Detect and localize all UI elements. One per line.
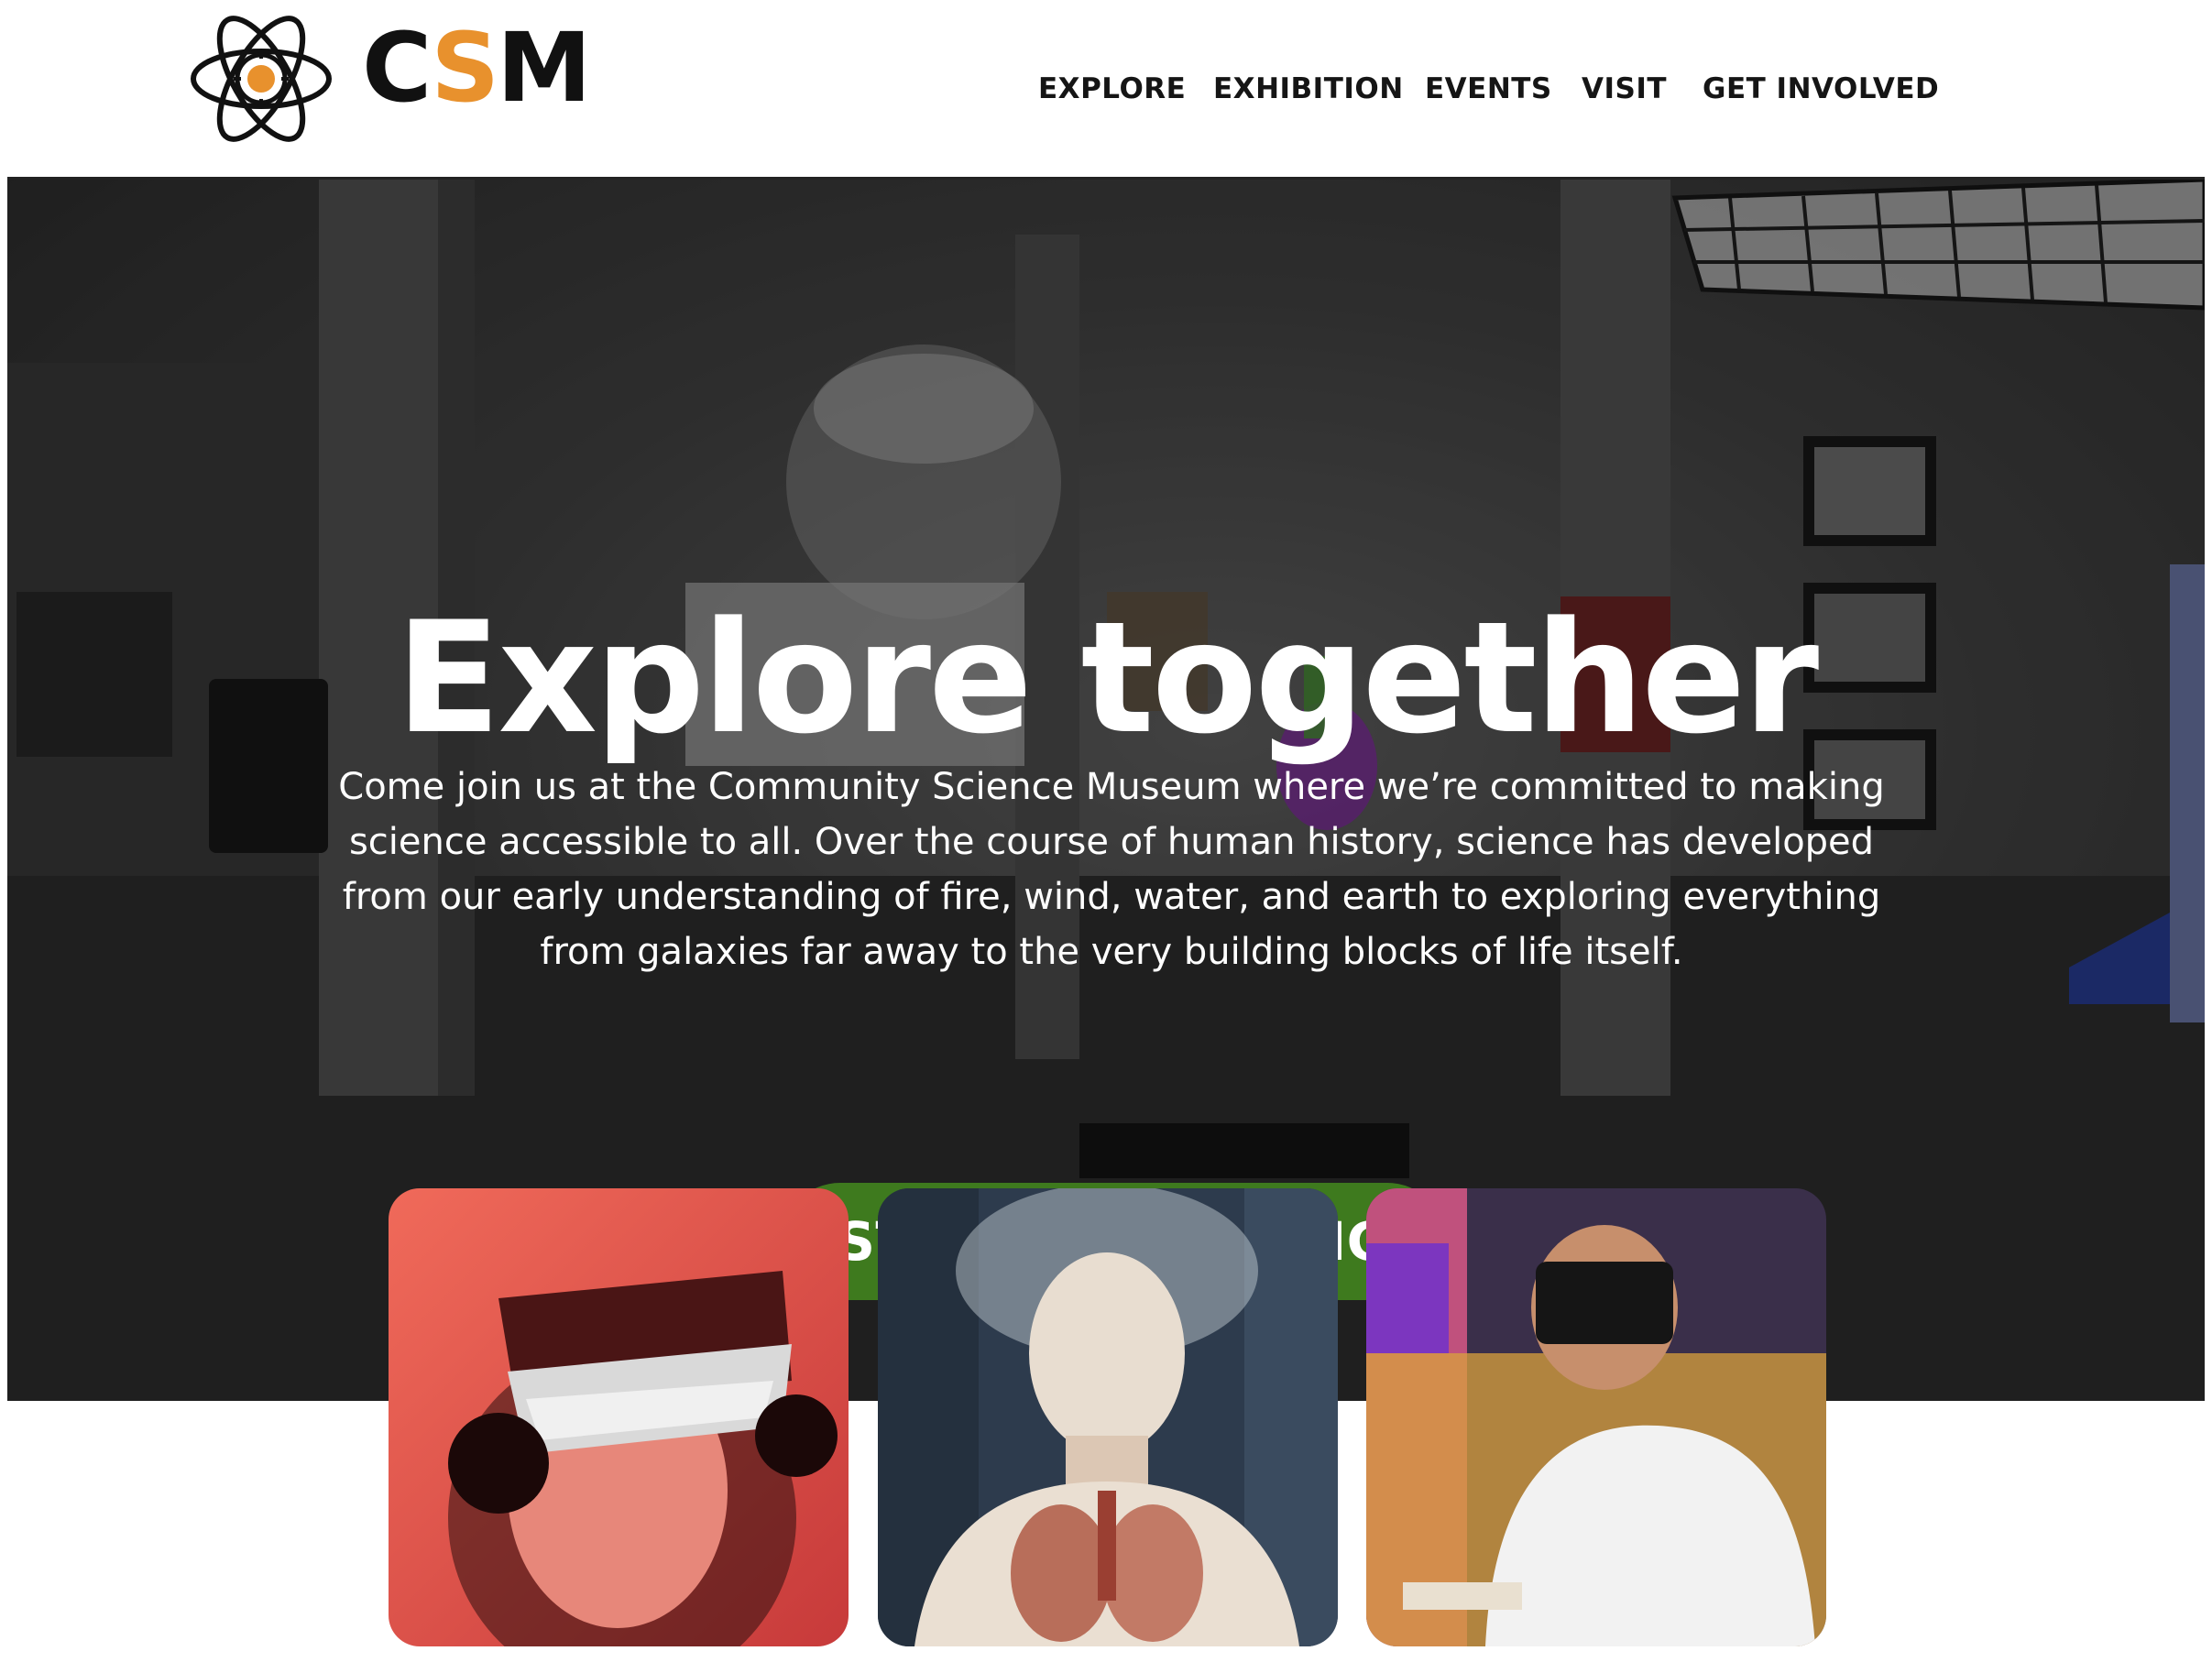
nav-item-exhibition[interactable]: EXHIBITION [1213,69,1404,109]
card-anatomy-model-image[interactable] [878,1188,1338,1646]
nav-item-events[interactable]: EVENTS [1425,69,1552,109]
card-student-vr-image[interactable] [1366,1188,1826,1646]
card-vr-headset-image[interactable] [389,1188,849,1646]
nav-item-get-involved[interactable]: GET INVOLVED [1703,69,1939,109]
hero-title: Explore together [395,588,1819,768]
nav-item-visit[interactable]: VISIT [1582,69,1667,109]
nav-item-explore[interactable]: EXPLORE [1038,69,1186,109]
site-header: CSM EXPLORE EXHIBITION EVENTS VISIT GET … [0,0,2212,177]
hero-description: Come join us at the Community Science Mu… [338,766,1885,973]
brand-wordmark[interactable]: CSM [362,20,592,115]
atom-logo-icon[interactable] [188,11,334,147]
